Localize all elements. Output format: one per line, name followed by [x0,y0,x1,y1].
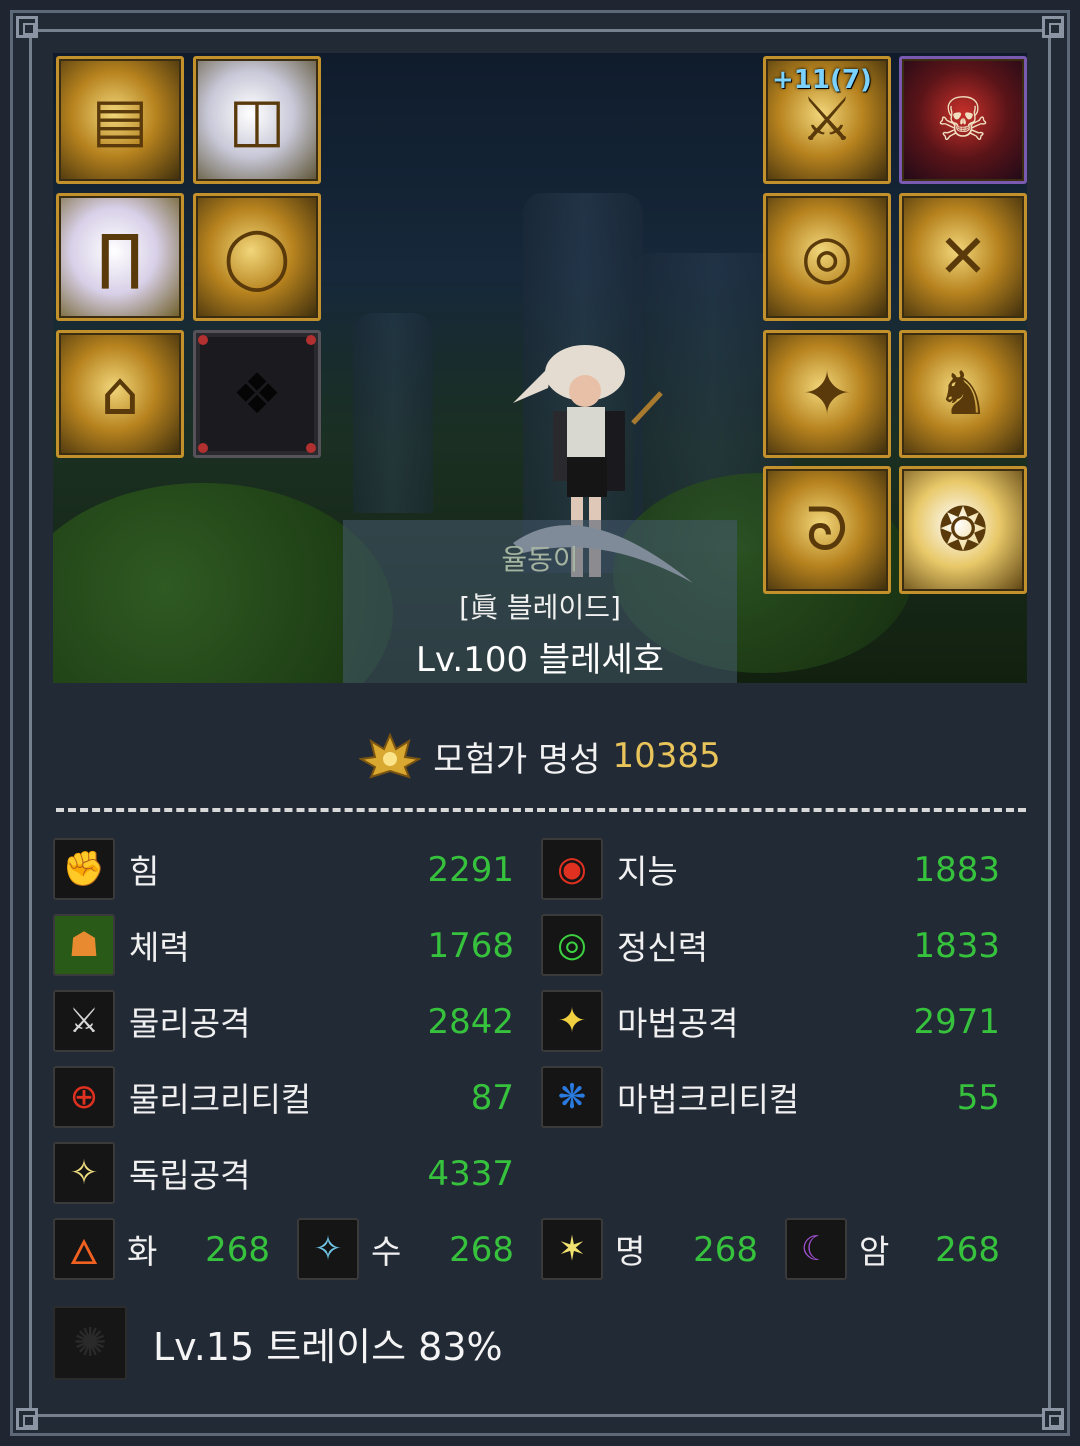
fire-element-icon: 🜂 [53,1218,115,1280]
stat-value-vitality: 1768 [427,926,514,966]
vitality-icon: ☗ [53,914,115,976]
stat-magic-attack: ✦ 마법공격 [541,990,738,1052]
stat-physical-attack: ⚔ 물리공격 [53,990,250,1052]
dark-element-icon: ☾ [785,1218,847,1280]
stat-magic-critical: ❋ 마법크리티컬 [541,1066,799,1128]
stat-label: 정신력 [617,928,709,967]
element-label: 암 [859,1232,890,1271]
weapon-reinforce-label: +11(7) [772,65,872,95]
equip-slot-bracelet[interactable]: ◎ [763,193,891,321]
element-label: 명 [615,1232,646,1271]
section-divider [56,808,1026,812]
equip-slot-earring[interactable]: ❂ [899,466,1027,594]
equip-slot-necklace[interactable]: ✕ [899,193,1027,321]
stat-independent-attack: ✧ 독립공격 [53,1142,250,1204]
necklace-icon: ✕ [937,222,989,292]
background-bush [53,483,393,683]
stat-value-independent-attack: 4337 [427,1154,514,1194]
stat-label: 물리공격 [129,1004,251,1043]
equip-slot-top[interactable]: ◫ [193,56,321,184]
pants-icon: ∏ [97,222,143,292]
element-value-dark: 268 [935,1230,1000,1270]
equip-slot-support[interactable]: ♞ [899,330,1027,458]
stat-label: 물리크리티컬 [129,1080,312,1119]
stat-value-magic-attack: 2971 [913,1002,1000,1042]
independent-attack-icon: ✧ [53,1142,115,1204]
stat-value-magic-critical: 55 [956,1078,1000,1118]
adventurer-fame: 모험가 명성 10385 [0,726,1080,786]
frame-corner-ornament [16,16,38,38]
equip-slot-ring[interactable]: ✦ [763,330,891,458]
trace-row: ✺ Lv.15 트레이스 83% [53,1306,503,1380]
element-fire: 🜂 화 [53,1218,157,1280]
equip-slot-pants[interactable]: ∏ [56,193,184,321]
shoulder-armor-icon: ▤ [91,85,149,155]
character-nameplate: 율동이 [眞 블레이드] Lv.100 블레세호 [343,520,737,683]
element-value-water: 268 [449,1230,514,1270]
magic-attack-icon: ✦ [541,990,603,1052]
stat-label: 지능 [617,852,678,891]
background-tree [353,313,433,513]
character-title: [眞 블레이드] [459,591,621,624]
support-icon: ♞ [936,359,990,429]
stat-intelligence: ◉ 지능 [541,838,678,900]
physical-critical-icon: ⊕ [53,1066,115,1128]
bracelet-icon: ◎ [800,222,854,292]
stat-label: 체력 [129,928,190,967]
fame-value: 10385 [612,736,721,776]
equip-slot-belt[interactable]: ◯ [193,193,321,321]
element-light: ✶ 명 [541,1218,645,1280]
trace-text: Lv.15 트레이스 83% [153,1324,503,1369]
stat-value-physical-critical: 87 [470,1078,514,1118]
fame-crest-icon [359,732,422,779]
stat-strength: ✊ 힘 [53,838,159,900]
frame-corner-ornament [1042,16,1064,38]
equip-slot-magic-stone[interactable]: ᘐ [763,466,891,594]
element-label: 수 [371,1232,402,1271]
stat-spirit: ◎ 정신력 [541,914,708,976]
stat-value-spirit: 1833 [913,926,1000,966]
element-value-light: 268 [693,1230,758,1270]
stat-value-intelligence: 1883 [913,850,1000,890]
character-level-class: Lv.100 블레세호 [415,640,665,680]
physical-attack-icon: ⚔ [53,990,115,1052]
stat-vitality: ☗ 체력 [53,914,190,976]
element-dark: ☾ 암 [785,1218,889,1280]
stat-label: 독립공격 [129,1156,251,1195]
equip-slot-weapon[interactable]: ⚔ +11(7) [763,56,891,184]
title-skull-icon: ☠ [936,85,990,155]
boots-icon: ⌂ [100,359,140,429]
intelligence-icon: ◉ [541,838,603,900]
belt-icon: ◯ [223,222,291,292]
strength-icon: ✊ [53,838,115,900]
equip-slot-title[interactable]: ☠ [899,56,1027,184]
stat-value-strength: 2291 [427,850,514,890]
stat-physical-critical: ⊕ 물리크리티컬 [53,1066,311,1128]
earring-icon: ❂ [937,495,989,565]
stat-value-physical-attack: 2842 [427,1002,514,1042]
character-name: 율동이 [501,543,579,576]
equip-slot-pet[interactable]: ❖ [193,330,321,458]
magic-stone-icon: ᘐ [805,495,849,565]
frame-corner-ornament [1042,1408,1064,1430]
element-value-fire: 268 [205,1230,270,1270]
water-element-icon: ✧ [297,1218,359,1280]
fame-label: 모험가 명성 [433,739,601,780]
frame-corner-ornament [16,1408,38,1430]
stat-label: 힘 [129,852,160,891]
stat-label: 마법크리티컬 [617,1080,800,1119]
spirit-icon: ◎ [541,914,603,976]
equip-slot-boots[interactable]: ⌂ [56,330,184,458]
trace-icon: ✺ [53,1306,127,1380]
element-label: 화 [127,1232,158,1271]
top-armor-icon: ◫ [228,85,286,155]
equip-slot-shoulder[interactable]: ▤ [56,56,184,184]
ring-icon: ✦ [801,359,853,429]
light-element-icon: ✶ [541,1218,603,1280]
element-water: ✧ 수 [297,1218,401,1280]
magic-critical-icon: ❋ [541,1066,603,1128]
stat-label: 마법공격 [617,1004,739,1043]
empty-pet-paw-icon: ❖ [231,361,283,427]
